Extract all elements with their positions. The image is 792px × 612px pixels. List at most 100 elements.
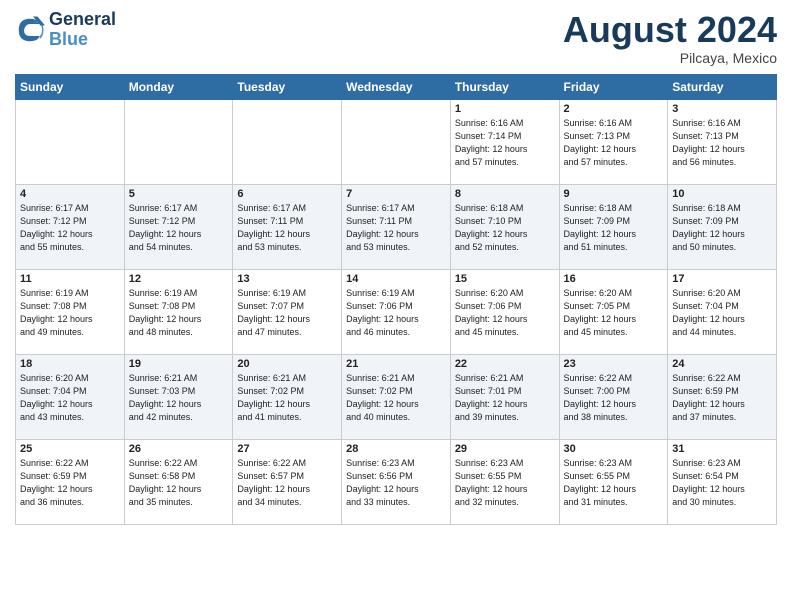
calendar-cell: 31 Sunrise: 6:23 AM Sunset: 6:54 PM Dayli… bbox=[668, 439, 777, 524]
calendar-cell: 24Sunrise: 6:22 AM Sunset: 6:59 PM Dayli… bbox=[668, 354, 777, 439]
day-number: 18 bbox=[20, 358, 120, 370]
calendar-header-row: SundayMondayTuesdayWednesdayThursdayFrid… bbox=[16, 74, 777, 99]
day-info: Sunrise: 6:17 AM Sunset: 7:11 PM Dayligh… bbox=[346, 202, 446, 254]
calendar-cell: 4Sunrise: 6:17 AM Sunset: 7:12 PM Daylig… bbox=[16, 184, 125, 269]
week-row-2: 4 Sunrise: 6:17 AM Sunset: 7:12 PM Daylig… bbox=[16, 184, 777, 269]
day-number: 2 bbox=[564, 103, 664, 115]
day-number: 1 bbox=[455, 103, 555, 115]
calendar-cell: 16Sunrise: 6:20 AM Sunset: 7:05 PM Dayli… bbox=[559, 269, 668, 354]
day-number: 15 bbox=[455, 273, 555, 285]
day-number: 25 bbox=[20, 443, 120, 455]
logo-text: General Blue bbox=[49, 10, 116, 50]
calendar-cell: 10 Sunrise: 6:18 AM Sunset: 7:09 PM Dayli… bbox=[668, 184, 777, 269]
calendar-cell: 12 Sunrise: 6:19 AM Sunset: 7:08 PM Dayli… bbox=[124, 269, 233, 354]
day-number: 17 bbox=[672, 273, 772, 285]
day-number: 10 bbox=[672, 188, 772, 200]
day-number: 7 bbox=[346, 188, 446, 200]
day-info: Sunrise: 6:17 AM Sunset: 7:11 PM Dayligh… bbox=[237, 202, 337, 254]
calendar-cell: 28 Sunrise: 6:23 AM Sunset: 6:56 PM Dayli… bbox=[342, 439, 451, 524]
day-header-monday: Monday bbox=[124, 74, 233, 99]
calendar-cell: 17Sunrise: 6:20 AM Sunset: 7:04 PM Dayli… bbox=[668, 269, 777, 354]
day-number: 6 bbox=[237, 188, 337, 200]
logo-icon bbox=[15, 15, 45, 45]
day-info: Sunrise: 6:19 AM Sunset: 7:06 PM Dayligh… bbox=[346, 287, 446, 339]
day-info: Sunrise: 6:23 AM Sunset: 6:55 PM Dayligh… bbox=[455, 457, 555, 509]
location: Pilcaya, Mexico bbox=[563, 50, 777, 66]
day-number: 28 bbox=[346, 443, 446, 455]
day-number: 4 bbox=[20, 188, 120, 200]
calendar-cell: 14 Sunrise: 6:19 AM Sunset: 7:06 PM Dayli… bbox=[342, 269, 451, 354]
day-number: 26 bbox=[129, 443, 229, 455]
day-header-saturday: Saturday bbox=[668, 74, 777, 99]
day-info: Sunrise: 6:20 AM Sunset: 7:06 PM Dayligh… bbox=[455, 287, 555, 339]
calendar-cell: 1 Sunrise: 6:16 AM Sunset: 7:14 PM Daylig… bbox=[450, 99, 559, 184]
calendar-cell: 30 Sunrise: 6:23 AM Sunset: 6:55 PM Dayli… bbox=[559, 439, 668, 524]
day-header-friday: Friday bbox=[559, 74, 668, 99]
logo: General Blue bbox=[15, 10, 116, 50]
day-info: Sunrise: 6:22 AM Sunset: 7:00 PM Dayligh… bbox=[564, 372, 664, 424]
day-info: Sunrise: 6:21 AM Sunset: 7:02 PM Dayligh… bbox=[237, 372, 337, 424]
day-info: Sunrise: 6:21 AM Sunset: 7:02 PM Dayligh… bbox=[346, 372, 446, 424]
day-number: 14 bbox=[346, 273, 446, 285]
day-number: 21 bbox=[346, 358, 446, 370]
day-info: Sunrise: 6:22 AM Sunset: 6:58 PM Dayligh… bbox=[129, 457, 229, 509]
calendar-cell: 19Sunrise: 6:21 AM Sunset: 7:03 PM Dayli… bbox=[124, 354, 233, 439]
day-info: Sunrise: 6:16 AM Sunset: 7:14 PM Dayligh… bbox=[455, 117, 555, 169]
calendar-cell: 20 Sunrise: 6:21 AM Sunset: 7:02 PM Dayli… bbox=[233, 354, 342, 439]
day-header-wednesday: Wednesday bbox=[342, 74, 451, 99]
calendar-cell bbox=[342, 99, 451, 184]
day-number: 3 bbox=[672, 103, 772, 115]
week-row-3: 11 Sunrise: 6:19 AM Sunset: 7:08 PM Dayli… bbox=[16, 269, 777, 354]
calendar-cell: 22 Sunrise: 6:21 AM Sunset: 7:01 PM Dayli… bbox=[450, 354, 559, 439]
day-number: 11 bbox=[20, 273, 120, 285]
day-number: 22 bbox=[455, 358, 555, 370]
calendar-cell: 2 Sunrise: 6:16 AM Sunset: 7:13 PM Daylig… bbox=[559, 99, 668, 184]
calendar-table: SundayMondayTuesdayWednesdayThursdayFrid… bbox=[15, 74, 777, 525]
day-number: 12 bbox=[129, 273, 229, 285]
calendar-cell: 8Sunrise: 6:18 AM Sunset: 7:10 PM Daylig… bbox=[450, 184, 559, 269]
day-info: Sunrise: 6:18 AM Sunset: 7:09 PM Dayligh… bbox=[672, 202, 772, 254]
calendar-cell bbox=[124, 99, 233, 184]
calendar-cell: 9Sunrise: 6:18 AM Sunset: 7:09 PM Daylig… bbox=[559, 184, 668, 269]
calendar-cell bbox=[233, 99, 342, 184]
day-info: Sunrise: 6:23 AM Sunset: 6:56 PM Dayligh… bbox=[346, 457, 446, 509]
calendar-cell: 11 Sunrise: 6:19 AM Sunset: 7:08 PM Dayli… bbox=[16, 269, 125, 354]
calendar-cell: 25Sunrise: 6:22 AM Sunset: 6:59 PM Dayli… bbox=[16, 439, 125, 524]
month-year: August 2024 bbox=[563, 10, 777, 50]
day-number: 19 bbox=[129, 358, 229, 370]
day-info: Sunrise: 6:20 AM Sunset: 7:04 PM Dayligh… bbox=[20, 372, 120, 424]
day-number: 20 bbox=[237, 358, 337, 370]
week-row-1: 1 Sunrise: 6:16 AM Sunset: 7:14 PM Daylig… bbox=[16, 99, 777, 184]
day-info: Sunrise: 6:23 AM Sunset: 6:54 PM Dayligh… bbox=[672, 457, 772, 509]
day-info: Sunrise: 6:16 AM Sunset: 7:13 PM Dayligh… bbox=[564, 117, 664, 169]
calendar-cell bbox=[16, 99, 125, 184]
day-number: 30 bbox=[564, 443, 664, 455]
day-header-sunday: Sunday bbox=[16, 74, 125, 99]
calendar-cell: 26 Sunrise: 6:22 AM Sunset: 6:58 PM Dayli… bbox=[124, 439, 233, 524]
calendar-cell: 15 Sunrise: 6:20 AM Sunset: 7:06 PM Dayli… bbox=[450, 269, 559, 354]
day-number: 5 bbox=[129, 188, 229, 200]
day-info: Sunrise: 6:19 AM Sunset: 7:07 PM Dayligh… bbox=[237, 287, 337, 339]
day-info: Sunrise: 6:16 AM Sunset: 7:13 PM Dayligh… bbox=[672, 117, 772, 169]
calendar-cell: 18 Sunrise: 6:20 AM Sunset: 7:04 PM Dayli… bbox=[16, 354, 125, 439]
day-number: 23 bbox=[564, 358, 664, 370]
calendar-cell: 21 Sunrise: 6:21 AM Sunset: 7:02 PM Dayli… bbox=[342, 354, 451, 439]
day-number: 29 bbox=[455, 443, 555, 455]
day-number: 27 bbox=[237, 443, 337, 455]
day-number: 8 bbox=[455, 188, 555, 200]
calendar-cell: 27 Sunrise: 6:22 AM Sunset: 6:57 PM Dayli… bbox=[233, 439, 342, 524]
day-number: 16 bbox=[564, 273, 664, 285]
day-info: Sunrise: 6:23 AM Sunset: 6:55 PM Dayligh… bbox=[564, 457, 664, 509]
day-number: 31 bbox=[672, 443, 772, 455]
day-info: Sunrise: 6:22 AM Sunset: 6:57 PM Dayligh… bbox=[237, 457, 337, 509]
day-header-tuesday: Tuesday bbox=[233, 74, 342, 99]
day-info: Sunrise: 6:19 AM Sunset: 7:08 PM Dayligh… bbox=[20, 287, 120, 339]
day-info: Sunrise: 6:21 AM Sunset: 7:01 PM Dayligh… bbox=[455, 372, 555, 424]
title-block: August 2024 Pilcaya, Mexico bbox=[563, 10, 777, 66]
day-info: Sunrise: 6:19 AM Sunset: 7:08 PM Dayligh… bbox=[129, 287, 229, 339]
calendar-cell: 3 Sunrise: 6:16 AM Sunset: 7:13 PM Daylig… bbox=[668, 99, 777, 184]
day-info: Sunrise: 6:22 AM Sunset: 6:59 PM Dayligh… bbox=[672, 372, 772, 424]
calendar-body: 1 Sunrise: 6:16 AM Sunset: 7:14 PM Daylig… bbox=[16, 99, 777, 524]
day-number: 9 bbox=[564, 188, 664, 200]
day-info: Sunrise: 6:17 AM Sunset: 7:12 PM Dayligh… bbox=[129, 202, 229, 254]
